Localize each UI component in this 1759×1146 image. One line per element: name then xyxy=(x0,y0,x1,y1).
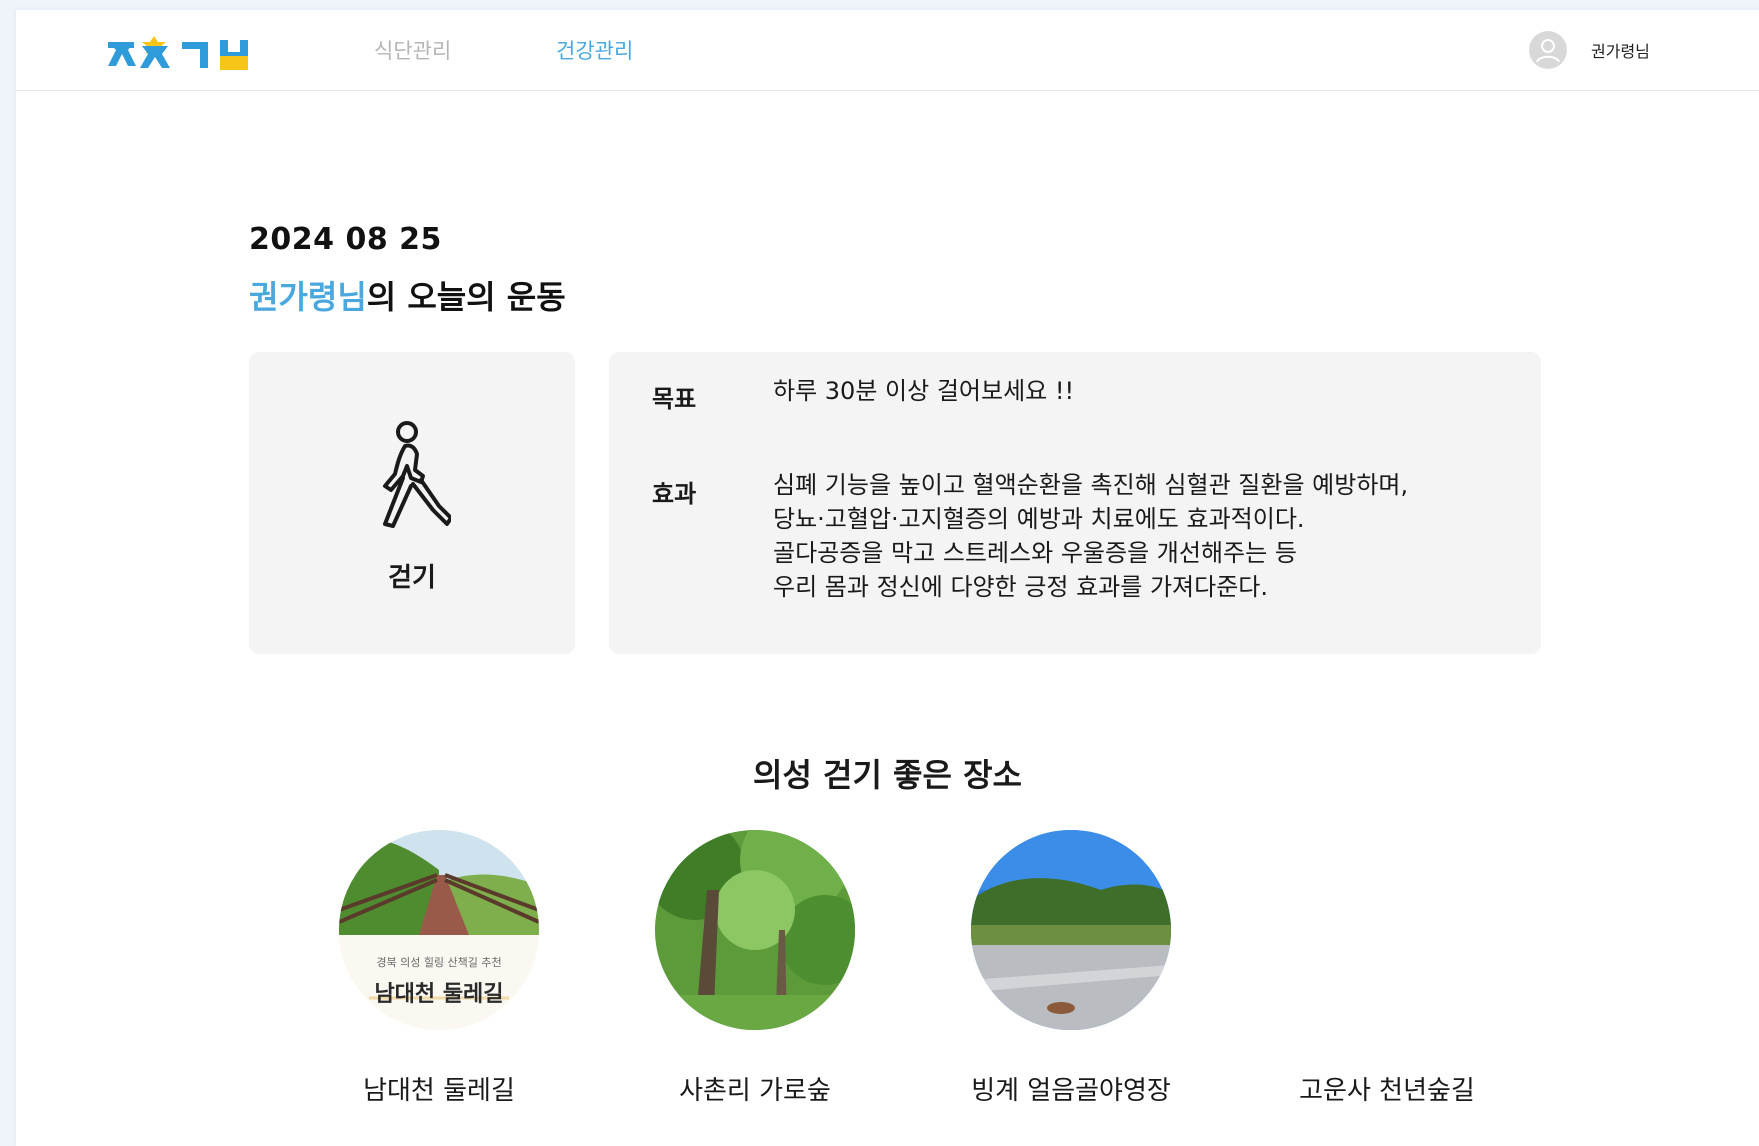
top-navigation-bar: 식단관리 건강관리 권가령님 xyxy=(16,10,1759,91)
effect-line: 심폐 기능을 높이고 혈액순환을 촉진해 심혈관 질환을 예방하며, xyxy=(773,471,1409,499)
user-name-highlight: 권가령님 xyxy=(249,278,367,316)
goal-text: 하루 30분 이상 걸어보세요 !! xyxy=(773,377,1075,405)
app-window: 식단관리 건강관리 권가령님 2024 08 25 권가령님의 오늘의 운동 걷… xyxy=(16,10,1759,1146)
app-logo[interactable] xyxy=(104,30,274,76)
effect-label: 효과 xyxy=(652,480,697,508)
user-name[interactable]: 권가령님 xyxy=(1591,10,1650,90)
exercise-info-card: 목표 하루 30분 이상 걸어보세요 !! 효과 심폐 기능을 높이고 혈액순환… xyxy=(609,352,1541,654)
effect-text: 심폐 기능을 높이고 혈액순환을 촉진해 심혈관 질환을 예방하며, 당뇨·고혈… xyxy=(773,468,1408,604)
place-photo[interactable] xyxy=(655,830,855,1030)
exercise-name: 걷기 xyxy=(388,563,436,593)
nav-health-management[interactable]: 건강관리 xyxy=(556,10,633,90)
photo-caption-big: 남대천 둘레길 xyxy=(374,982,504,1007)
user-avatar[interactable] xyxy=(1529,31,1567,69)
page-title: 권가령님의 오늘의 운동 xyxy=(249,272,566,318)
user-icon xyxy=(1536,39,1560,63)
forest-image xyxy=(655,830,855,1030)
effect-line: 골다공증을 막고 스트레스와 우울증을 개선해주는 등 xyxy=(773,539,1297,567)
place-photo[interactable]: 경북 의성 힐링 산책길 추천 남대천 둘레길 xyxy=(339,830,539,1030)
effect-line: 우리 몸과 정신에 다양한 긍정 효과를 가져다준다. xyxy=(773,573,1269,601)
place-name[interactable]: 빙계 얼음골야영장 xyxy=(941,1070,1201,1107)
goal-label: 목표 xyxy=(652,385,697,413)
effect-line: 당뇨·고혈압·고지혈증의 예방과 치료에도 효과적이다. xyxy=(773,505,1305,533)
title-text: 의 오늘의 운동 xyxy=(366,278,566,316)
exercise-card: 걷기 xyxy=(249,352,575,654)
place-photo[interactable] xyxy=(971,830,1171,1030)
place-name[interactable]: 고운사 천년숲길 xyxy=(1257,1070,1517,1107)
campground-image xyxy=(971,830,1171,1030)
photo-caption-small: 경북 의성 힐링 산책길 추천 xyxy=(376,956,502,969)
nav-diet-management[interactable]: 식단관리 xyxy=(374,10,451,90)
places-section-title: 의성 걷기 좋은 장소 xyxy=(753,756,1022,794)
place-name[interactable]: 사촌리 가로숲 xyxy=(625,1070,885,1107)
walking-person-icon xyxy=(383,421,451,528)
today-date: 2024 08 25 xyxy=(249,222,442,257)
place-name[interactable]: 남대천 둘레길 xyxy=(309,1070,569,1107)
